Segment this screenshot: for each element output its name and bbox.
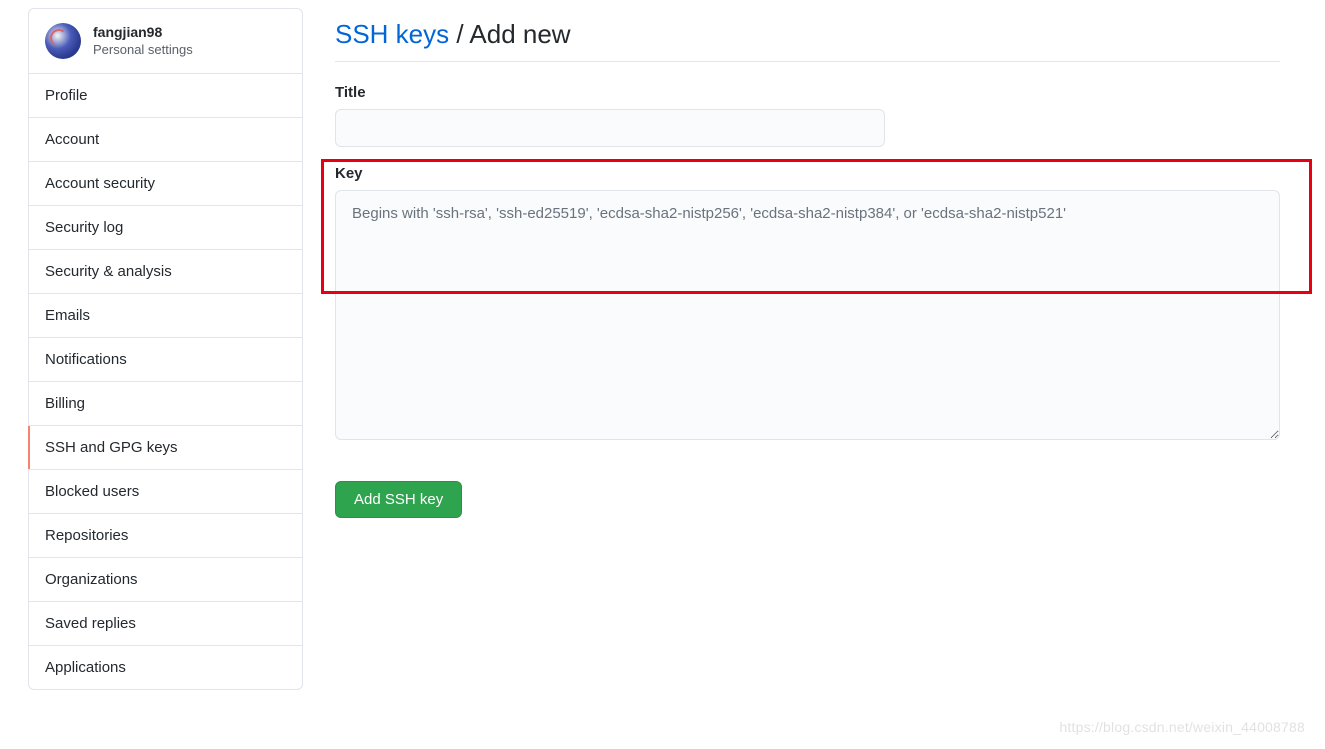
sidebar-item: Billing (29, 382, 302, 426)
key-field-group: Key (335, 165, 1280, 445)
sidebar-item: Account (29, 118, 302, 162)
add-ssh-key-button[interactable]: Add SSH key (335, 481, 462, 518)
sidebar-subtitle: Personal settings (93, 42, 193, 59)
sidebar-link-applications[interactable]: Applications (29, 646, 302, 689)
sidebar-item: Saved replies (29, 602, 302, 646)
sidebar-link-security-analysis[interactable]: Security & analysis (29, 250, 302, 293)
sidebar-item: SSH and GPG keys (29, 426, 302, 470)
sidebar-item: Profile (29, 74, 302, 118)
sidebar-link-organizations[interactable]: Organizations (29, 558, 302, 601)
title-input[interactable] (335, 109, 885, 147)
sidebar-link-ssh-and-gpg-keys[interactable]: SSH and GPG keys (29, 426, 302, 469)
sidebar-link-billing[interactable]: Billing (29, 382, 302, 425)
sidebar-link-notifications[interactable]: Notifications (29, 338, 302, 381)
title-label: Title (335, 84, 1280, 101)
key-label: Key (335, 165, 1280, 182)
sidebar-item: Repositories (29, 514, 302, 558)
avatar (45, 23, 81, 59)
sidebar-item: Security log (29, 206, 302, 250)
sidebar-user: fangjian98 Personal settings (93, 23, 193, 58)
sidebar-item: Account security (29, 162, 302, 206)
title-field-group: Title (335, 84, 1280, 147)
sidebar-item: Applications (29, 646, 302, 689)
page-title: SSH keys / Add new (335, 18, 1280, 62)
sidebar-header: fangjian98 Personal settings (29, 9, 302, 74)
sidebar-link-profile[interactable]: Profile (29, 74, 302, 117)
sidebar-link-account[interactable]: Account (29, 118, 302, 161)
sidebar-link-repositories[interactable]: Repositories (29, 514, 302, 557)
watermark: https://blog.csdn.net/weixin_44008788 (1059, 719, 1305, 735)
sidebar-link-saved-replies[interactable]: Saved replies (29, 602, 302, 645)
sidebar-username: fangjian98 (93, 23, 193, 41)
settings-sidebar: fangjian98 Personal settings ProfileAcco… (28, 8, 303, 690)
sidebar-item: Security & analysis (29, 250, 302, 294)
sidebar-link-blocked-users[interactable]: Blocked users (29, 470, 302, 513)
breadcrumb-current: Add new (469, 19, 570, 49)
breadcrumb-separator: / (449, 19, 469, 49)
sidebar-item: Blocked users (29, 470, 302, 514)
breadcrumb-link-ssh-keys[interactable]: SSH keys (335, 19, 449, 49)
main-content: SSH keys / Add new Title Key Add SSH key (335, 0, 1325, 690)
key-textarea[interactable] (335, 190, 1280, 440)
sidebar-link-security-log[interactable]: Security log (29, 206, 302, 249)
sidebar-link-emails[interactable]: Emails (29, 294, 302, 337)
sidebar-link-account-security[interactable]: Account security (29, 162, 302, 205)
sidebar-item: Notifications (29, 338, 302, 382)
sidebar-item: Organizations (29, 558, 302, 602)
sidebar-nav: ProfileAccountAccount securitySecurity l… (29, 74, 302, 689)
sidebar-item: Emails (29, 294, 302, 338)
